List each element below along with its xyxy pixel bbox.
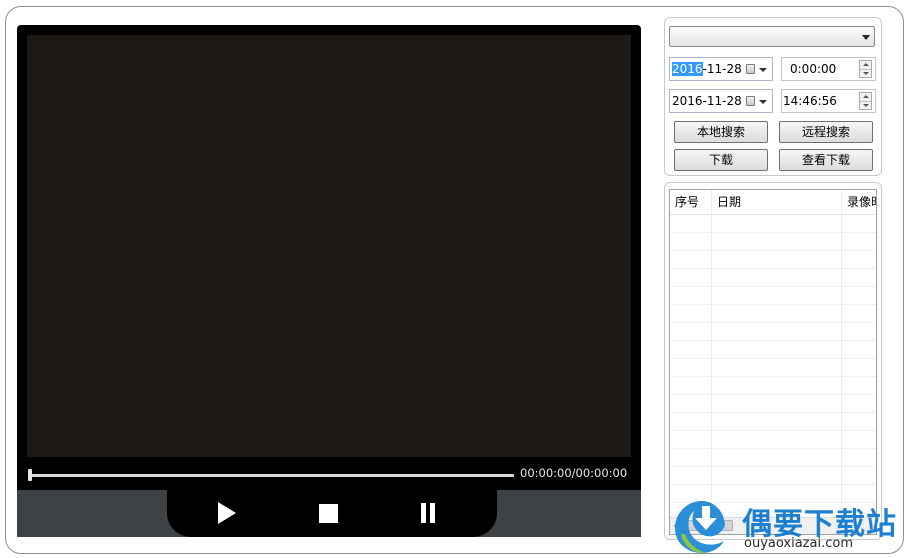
list-row-empty [670,215,876,233]
remote-search-button[interactable]: 远程搜索 [779,121,873,143]
end-time-value: 14:46:56 [783,94,837,108]
seek-bar[interactable] [28,469,514,481]
column-header-date[interactable]: 日期 [712,190,842,214]
end-time-spinner[interactable] [859,92,872,110]
channel-dropdown[interactable] [669,26,875,47]
download-button[interactable]: 下载 [674,149,768,171]
control-bar [17,490,641,537]
calendar-icon[interactable] [746,96,755,106]
list-row-empty [670,413,876,431]
end-date-picker[interactable]: 2016-11-28 [669,89,773,113]
spin-down-icon[interactable] [863,72,869,75]
start-time-spinner[interactable] [859,60,872,78]
list-row-empty [670,341,876,359]
spin-up-icon[interactable] [863,63,869,66]
spin-down-icon[interactable] [863,104,869,107]
start-time-field[interactable]: 0:00:00 [781,57,876,81]
seek-handle[interactable] [28,469,32,481]
chevron-down-icon[interactable] [862,35,870,40]
results-panel: 序号 日期 录像时 [664,182,882,540]
stop-button[interactable] [313,498,343,528]
watermark-emblem-icon [675,501,725,554]
list-row-empty [670,269,876,287]
chevron-down-icon[interactable] [759,68,767,72]
video-display[interactable] [27,35,631,457]
play-button[interactable] [212,498,242,528]
list-row-empty [670,233,876,251]
list-row-empty [670,431,876,449]
list-row-empty [670,377,876,395]
control-button-group [167,490,497,537]
view-downloads-button[interactable]: 查看下载 [779,149,873,171]
spinner-divider [860,69,871,70]
pause-button[interactable] [413,498,443,528]
start-time-value: 0:00:00 [790,62,837,76]
column-header-record-time[interactable]: 录像时 [842,190,876,214]
list-row-empty [670,323,876,341]
end-date-value: 2016-11-28 [672,94,742,108]
start-date-picker[interactable]: 2016-11-28 [669,57,773,81]
stop-icon [318,503,338,523]
local-search-button[interactable]: 本地搜索 [674,121,768,143]
list-row-empty [670,449,876,467]
pause-icon [419,503,437,523]
start-date-selected-part: 2016 [672,62,703,76]
start-date-value: 2016-11-28 [672,58,742,80]
site-watermark-logo: 偶要下载站 ouyaoxiazai.com [672,498,912,558]
list-row-empty [670,395,876,413]
watermark-url: ouyaoxiazai.com [744,536,853,551]
list-row-empty [670,305,876,323]
spinner-divider [860,101,871,102]
end-time-field[interactable]: 14:46:56 [781,89,876,113]
start-date-rest: -11-28 [702,62,742,76]
list-header: 序号 日期 录像时 [670,190,876,215]
spin-up-icon[interactable] [863,95,869,98]
list-row-empty [670,467,876,485]
video-player: 00:00:00/00:00:00 [17,25,641,537]
column-header-index[interactable]: 序号 [670,190,712,214]
list-rows [670,215,876,521]
list-row-empty [670,359,876,377]
list-row-empty [670,287,876,305]
chevron-down-icon[interactable] [759,100,767,104]
playback-time: 00:00:00/00:00:00 [520,466,628,480]
search-panel: 2016-11-28 0:00:00 2016-11-28 14:46:56 本… [664,17,882,176]
calendar-icon[interactable] [746,64,755,74]
results-list[interactable]: 序号 日期 录像时 [669,189,877,535]
play-icon [218,502,236,524]
list-row-empty [670,251,876,269]
